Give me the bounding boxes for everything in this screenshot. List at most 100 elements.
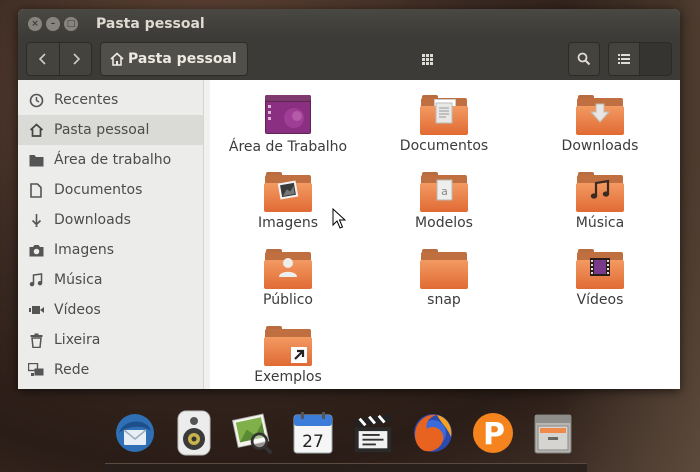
pictures-folder-icon	[264, 172, 312, 212]
dock-speaker[interactable]	[172, 408, 216, 458]
svg-text:a: a	[441, 185, 448, 198]
sidebar-item-label: Documentos	[54, 182, 143, 198]
p-app-letter: P	[483, 417, 505, 452]
file-cabinet-icon	[534, 414, 572, 454]
p-app-icon: P	[473, 413, 513, 453]
file-label: snap	[427, 292, 461, 308]
camera-icon	[29, 244, 43, 256]
sidebar-item-label: Vídeos	[54, 302, 101, 318]
window-title: Pasta pessoal	[96, 15, 205, 32]
calendar-icon: 27	[293, 412, 333, 454]
folder-icon	[420, 249, 468, 289]
sidebar-item-pasta-pessoal[interactable]: Pasta pessoal	[18, 115, 203, 145]
network-icon	[28, 363, 44, 376]
image-viewer-icon	[231, 413, 273, 455]
list-icon	[618, 54, 630, 64]
dock: 27 P	[107, 398, 593, 472]
minimize-button[interactable]: –	[46, 16, 60, 31]
dock-file-cabinet[interactable]	[531, 408, 575, 458]
path-bar-home-button[interactable]: Pasta pessoal	[100, 42, 248, 76]
sidebar-item-label: Área de trabalho	[54, 152, 172, 168]
dock-video-editor[interactable]	[351, 408, 395, 458]
sidebar-item-label: Rede	[54, 362, 90, 378]
home-icon	[110, 52, 124, 66]
navigation-group	[26, 42, 92, 76]
chevron-right-icon	[72, 53, 80, 65]
title-bar: × – □ Pasta pessoal	[18, 9, 680, 38]
back-button[interactable]	[27, 43, 59, 75]
file-item-publico[interactable]: Público	[210, 241, 366, 318]
file-item-exemplos[interactable]: Exemplos	[210, 318, 366, 389]
videos-folder-icon	[576, 249, 624, 289]
file-label: Imagens	[257, 215, 318, 231]
mouse-cursor-icon	[332, 208, 346, 229]
path-label: Pasta pessoal	[128, 51, 237, 67]
search-button[interactable]	[568, 42, 600, 76]
sidebar-item-label: Pasta pessoal	[54, 122, 150, 138]
dock-firefox[interactable]	[411, 408, 455, 458]
grid-icon	[421, 53, 433, 65]
calendar-day: 27	[302, 432, 324, 452]
view-controls	[421, 42, 672, 76]
file-label: Documentos	[399, 138, 489, 154]
sidebar-item-area-de-trabalho[interactable]: Área de trabalho	[18, 145, 203, 175]
firefox-icon	[414, 414, 452, 452]
grid-view-button[interactable]	[421, 42, 672, 76]
sidebar-item-rede[interactable]: Rede	[18, 355, 203, 385]
dock-thunderbird[interactable]	[113, 408, 157, 458]
file-item-downloads[interactable]: Downloads	[522, 87, 678, 164]
file-item-snap[interactable]: snap	[366, 241, 522, 318]
close-button[interactable]: ×	[28, 16, 42, 31]
video-icon	[28, 306, 44, 314]
content-area: Recentes Pasta pessoal Área de trabalho …	[18, 80, 680, 389]
clock-icon	[29, 93, 43, 107]
file-label: Música	[575, 215, 625, 231]
sidebar-item-videos[interactable]: Vídeos	[18, 295, 203, 325]
sidebar-item-downloads[interactable]: Downloads	[18, 205, 203, 235]
sidebar-item-imagens[interactable]: Imagens	[18, 235, 203, 265]
speaker-icon	[177, 410, 211, 456]
toolbar: Pasta pessoal	[18, 38, 680, 80]
trash-icon	[30, 333, 42, 348]
thunderbird-icon	[116, 414, 154, 452]
file-item-documentos[interactable]: Documentos	[366, 87, 522, 164]
home-icon	[29, 123, 43, 137]
file-item-area-de-trabalho[interactable]: Área de Trabalho	[210, 87, 366, 164]
folder-icon	[29, 154, 43, 166]
sidebar-item-label: Imagens	[54, 242, 115, 258]
sidebar-item-label: Downloads	[54, 212, 131, 228]
music-icon	[29, 273, 43, 287]
list-view-button[interactable]	[608, 42, 640, 76]
file-item-modelos[interactable]: a Modelos	[366, 164, 522, 241]
music-folder-icon	[576, 172, 624, 212]
file-item-videos[interactable]: Vídeos	[522, 241, 678, 318]
file-item-musica[interactable]: Música	[522, 164, 678, 241]
file-view: Área de Trabalho Documentos Downloads Im…	[210, 80, 680, 389]
sidebar-item-musica[interactable]: Música	[18, 265, 203, 295]
dock-p-app[interactable]: P	[471, 408, 515, 458]
sidebar-item-label: Recentes	[54, 92, 119, 108]
desktop-folder-icon	[265, 95, 311, 134]
file-label: Vídeos	[576, 292, 624, 308]
templates-folder-icon: a	[420, 172, 468, 212]
sidebar-item-label: Lixeira	[54, 332, 101, 348]
dock-shelf	[105, 463, 587, 472]
documents-folder-icon	[420, 95, 468, 135]
file-label: Público	[263, 292, 313, 308]
dock-image-viewer[interactable]	[231, 408, 275, 458]
file-label: Downloads	[561, 138, 639, 154]
dock-calendar[interactable]: 27	[291, 408, 335, 458]
sidebar-item-lixeira[interactable]: Lixeira	[18, 325, 203, 355]
sidebar: Recentes Pasta pessoal Área de trabalho …	[18, 80, 204, 389]
examples-folder-icon	[264, 326, 312, 366]
download-icon	[31, 214, 41, 227]
video-editor-icon	[353, 413, 393, 453]
chevron-left-icon	[38, 53, 46, 65]
downloads-folder-icon	[576, 95, 624, 135]
sidebar-item-documentos[interactable]: Documentos	[18, 175, 203, 205]
sidebar-item-label: Música	[54, 272, 103, 288]
sidebar-item-recentes[interactable]: Recentes	[18, 85, 203, 115]
public-folder-icon	[264, 249, 312, 289]
maximize-button[interactable]: □	[64, 16, 78, 31]
forward-button[interactable]	[59, 43, 91, 75]
